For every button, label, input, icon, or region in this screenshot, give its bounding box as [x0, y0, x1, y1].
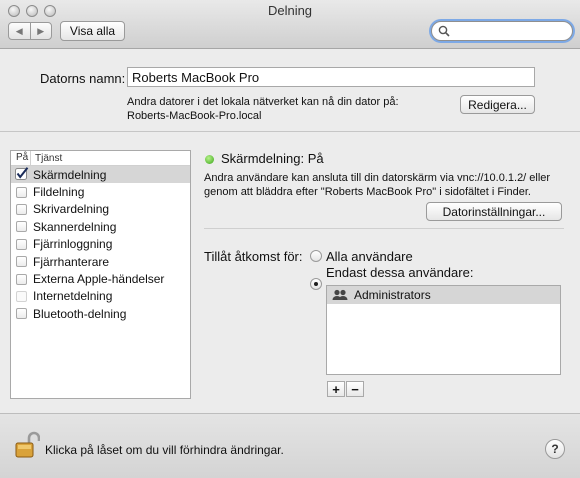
service-label: Fjärrinloggning: [33, 237, 113, 252]
show-all-button[interactable]: Visa alla: [60, 21, 125, 41]
service-row[interactable]: Externa Apple-händelser: [11, 270, 190, 287]
lock-icon[interactable]: [14, 430, 41, 463]
service-checkbox[interactable]: [16, 221, 27, 233]
section-divider: [0, 131, 580, 132]
help-button[interactable]: ?: [545, 439, 565, 459]
lock-message: Klicka på låset om du vill förhindra änd…: [45, 443, 284, 457]
radio-all-users-label[interactable]: Alla användare: [326, 249, 413, 264]
computer-name-label: Datorns namn:: [40, 71, 126, 86]
service-row[interactable]: Fjärrhanterare: [11, 253, 190, 270]
group-icon: [332, 289, 348, 300]
search-input[interactable]: [452, 23, 568, 39]
services-list-header: På Tjänst: [11, 151, 190, 166]
radio-all-users[interactable]: [310, 250, 322, 262]
service-label: Internetdelning: [33, 289, 113, 304]
window-title: Delning: [267, 3, 313, 18]
service-row[interactable]: Fildelning: [11, 183, 190, 200]
service-label: Externa Apple-händelser: [33, 272, 165, 287]
user-row[interactable]: Administrators: [327, 286, 560, 304]
detail-divider: [204, 228, 564, 229]
service-row[interactable]: Skärmdelning: [11, 166, 190, 184]
services-list[interactable]: På Tjänst Skärmdelning Fildelning Skrivard…: [10, 150, 191, 399]
description-line-1: Andra användare kan ansluta till din dat…: [204, 172, 551, 184]
service-checkbox[interactable]: [16, 308, 27, 320]
radio-only-these-users[interactable]: [310, 278, 322, 290]
column-header-service[interactable]: Tjänst: [31, 153, 62, 164]
back-arrow-icon: ◀: [15, 25, 23, 36]
service-row[interactable]: Bluetooth-delning: [11, 305, 190, 322]
service-checkbox[interactable]: [16, 186, 27, 198]
search-icon: [438, 25, 450, 37]
edit-name-button[interactable]: Redigera...: [460, 95, 535, 114]
network-address-text: Roberts-MacBook-Pro.local: [127, 110, 262, 122]
service-checkbox[interactable]: [16, 238, 27, 250]
back-button[interactable]: ◀: [9, 23, 31, 39]
service-label: Skärmdelning: [33, 167, 107, 182]
description-line-2: genom att bläddra efter "Roberts MacBook…: [204, 186, 531, 198]
checkmark-icon: [15, 167, 29, 181]
service-label: Skrivardelning: [33, 202, 110, 217]
service-row[interactable]: Skrivardelning: [11, 201, 190, 218]
computer-settings-button[interactable]: Datorinställningar...: [426, 202, 562, 221]
remove-user-button[interactable]: −: [346, 381, 364, 397]
forward-button[interactable]: ▶: [31, 23, 52, 39]
service-row[interactable]: Internetdelning: [11, 288, 190, 305]
forward-arrow-icon: ▶: [37, 25, 45, 36]
service-checkbox[interactable]: [16, 256, 27, 268]
service-checkbox[interactable]: [16, 203, 27, 215]
column-header-on[interactable]: På: [11, 151, 31, 165]
add-user-button[interactable]: +: [327, 381, 345, 397]
service-label: Skannerdelning: [33, 219, 117, 234]
service-label: Bluetooth-delning: [33, 306, 127, 321]
allowed-users-list[interactable]: Administrators: [326, 285, 561, 375]
access-label: Tillåt åtkomst för:: [204, 249, 303, 264]
service-label: Fildelning: [33, 185, 85, 200]
nav-buttons: ◀ ▶: [8, 22, 52, 40]
service-checkbox[interactable]: [16, 273, 27, 285]
search-field[interactable]: [431, 21, 573, 41]
network-info-text: Andra datorer i det lokala nätverket kan…: [127, 96, 399, 108]
sharing-status: Skärmdelning: På: [221, 151, 324, 166]
service-checkbox[interactable]: [15, 167, 29, 181]
radio-only-these-users-label[interactable]: Endast dessa användare:: [326, 265, 473, 280]
computer-name-field[interactable]: Roberts MacBook Pro: [127, 67, 535, 87]
service-label: Fjärrhanterare: [33, 254, 110, 269]
service-checkbox: [16, 290, 27, 302]
service-row[interactable]: Skannerdelning: [11, 218, 190, 235]
status-indicator-icon: [205, 155, 214, 164]
user-label: Administrators: [354, 288, 431, 302]
service-row[interactable]: Fjärrinloggning: [11, 236, 190, 253]
